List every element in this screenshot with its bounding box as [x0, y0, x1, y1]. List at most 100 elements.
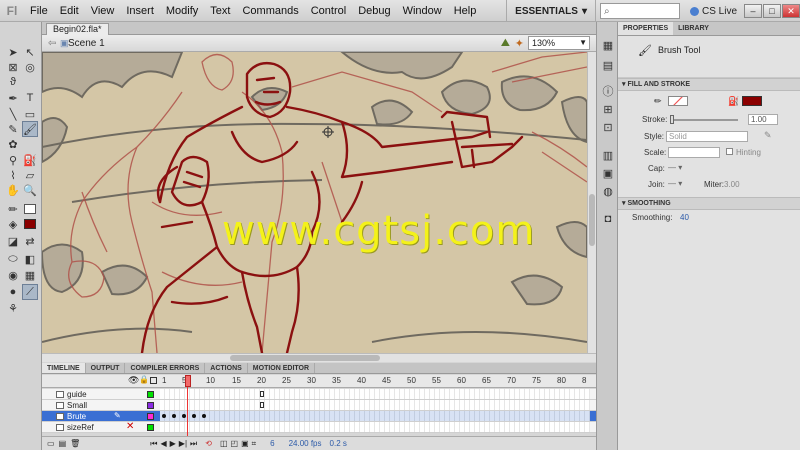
subselection-tool-icon[interactable]: ↖ — [22, 44, 38, 60]
outline-icon[interactable] — [150, 377, 157, 384]
layer-color-swatch[interactable] — [147, 413, 154, 420]
stroke-color-swatch[interactable] — [22, 201, 38, 217]
edit-multiple-icon[interactable]: ▣ — [241, 439, 249, 448]
style-select[interactable]: Solid — [666, 131, 748, 142]
layer-name[interactable]: Brute — [67, 411, 86, 422]
tab-library[interactable]: LIBRARY — [673, 22, 714, 35]
smoothing-value[interactable]: 40 — [680, 213, 689, 222]
paint-bucket-tool-icon[interactable]: ⛽ — [22, 152, 38, 168]
bone-tool-icon[interactable]: ⚲ — [5, 152, 21, 168]
layer-color-swatch[interactable] — [147, 424, 154, 431]
layer-row-small[interactable]: Small — [42, 400, 596, 411]
deco-tool-icon[interactable]: ✿ — [5, 136, 21, 152]
tab-output[interactable]: OUTPUT — [86, 363, 126, 373]
onion-skin-icon[interactable]: ◫ — [220, 439, 228, 448]
layer-row-sizeref[interactable]: sizeRef ✕ — [42, 421, 596, 433]
maximize-button[interactable]: □ — [763, 4, 781, 18]
brush-tool-icon[interactable]: 🖌 — [22, 121, 38, 137]
menu-modify[interactable]: Modify — [160, 5, 204, 17]
zoom-select[interactable]: 130% ▼ — [528, 36, 590, 50]
new-folder-icon[interactable]: ▤ — [59, 439, 67, 448]
hand-tool-icon[interactable]: ✋ — [5, 182, 21, 198]
pencil-tool-icon[interactable]: ✎ — [5, 121, 21, 137]
fill-color-swatch[interactable] — [22, 216, 38, 232]
hinting-checkbox[interactable] — [726, 148, 733, 155]
swatches-panel-icon[interactable]: ▤ — [601, 58, 615, 72]
onion-markers-icon[interactable]: ⌗ — [252, 439, 257, 449]
lock-icon[interactable]: 🔒 — [139, 375, 149, 384]
fill-color-swatch[interactable] — [742, 96, 762, 106]
frame-rate[interactable]: 24.00 fps — [289, 439, 322, 448]
play-icon[interactable]: ▶ — [170, 439, 176, 448]
cap-select[interactable]: — ▾ — [668, 163, 682, 172]
menu-insert[interactable]: Insert — [120, 5, 160, 17]
menu-help[interactable]: Help — [448, 5, 483, 17]
layer-frames[interactable] — [160, 411, 590, 421]
stroke-value-input[interactable]: 1.00 — [748, 114, 778, 125]
new-layer-icon[interactable]: ▭ — [47, 439, 55, 448]
close-button[interactable]: ✕ — [782, 4, 800, 18]
stroke-color-icon[interactable]: ✏ — [5, 201, 21, 217]
eyedropper-tool-icon[interactable]: ⌇ — [5, 167, 21, 183]
brush-shape-icon[interactable]: ● — [5, 284, 21, 300]
zoom-tool-icon[interactable]: 🔍 — [22, 182, 38, 198]
current-frame[interactable]: 6 — [270, 439, 274, 448]
code-snippets-panel-icon[interactable]: ▣ — [601, 166, 615, 180]
black-white-icon[interactable]: ◪ — [5, 233, 21, 249]
stroke-color-swatch[interactable] — [668, 96, 688, 106]
eraser-tool-icon[interactable]: ▱ — [22, 167, 38, 183]
layer-frames[interactable] — [160, 422, 590, 432]
menu-view[interactable]: View — [85, 5, 121, 17]
layer-color-swatch[interactable] — [147, 402, 154, 409]
motion-presets-panel-icon[interactable]: ◍ — [601, 184, 615, 198]
edit-scene-icon[interactable]: ⛰ — [501, 37, 510, 50]
join-select[interactable]: — ▾ — [668, 179, 682, 188]
stage-vertical-scrollbar[interactable] — [587, 52, 596, 353]
menu-file[interactable]: File — [24, 5, 54, 17]
scale-select[interactable] — [668, 147, 720, 158]
workspace-switcher[interactable]: ESSENTIALS ▾ — [506, 0, 596, 22]
menu-commands[interactable]: Commands — [236, 5, 304, 17]
lasso-tool-icon[interactable]: ϑ — [5, 74, 21, 90]
components-panel-icon[interactable]: ▥ — [601, 148, 615, 162]
tab-actions[interactable]: ACTIONS — [205, 363, 248, 373]
tab-compiler-errors[interactable]: COMPILER ERRORS — [125, 363, 206, 373]
pen-tool-icon[interactable]: ✒ — [5, 90, 21, 106]
menu-debug[interactable]: Debug — [352, 5, 396, 17]
miter-value[interactable]: 3.00 — [724, 180, 740, 189]
text-tool-icon[interactable]: T — [22, 90, 38, 106]
layer-frames[interactable] — [160, 389, 590, 399]
layer-name[interactable]: Small — [67, 400, 87, 411]
smoothing-section-header[interactable]: ▾ SMOOTHING — [618, 197, 800, 210]
stage-canvas[interactable]: www.cgtsj.com — [42, 52, 587, 353]
lock-fill-icon[interactable]: ◧ — [22, 251, 38, 267]
cs-live-button[interactable]: CS Live — [684, 6, 743, 17]
edit-symbols-icon[interactable]: ✦ — [515, 37, 524, 50]
menu-edit[interactable]: Edit — [54, 5, 85, 17]
first-frame-icon[interactable]: ⏮ — [150, 439, 157, 449]
line-tool-icon[interactable]: ╲ — [5, 106, 21, 122]
vertical-scroll-thumb[interactable] — [589, 194, 595, 246]
layer-name[interactable]: sizeRef — [67, 422, 94, 433]
hidden-x-icon[interactable]: ✕ — [126, 421, 134, 432]
menu-text[interactable]: Text — [204, 5, 236, 17]
horizontal-scroll-thumb[interactable] — [230, 355, 380, 361]
brush-mode-icon[interactable]: ◉ — [5, 267, 21, 283]
stroke-slider-thumb[interactable] — [670, 115, 674, 124]
fill-stroke-section-header[interactable]: ▾ FILL AND STROKE — [618, 78, 800, 91]
object-drawing-icon[interactable]: ⬭ — [5, 251, 21, 267]
document-tab[interactable]: Begin02.fla* — [46, 23, 109, 35]
show-hide-icon[interactable]: 👁 — [128, 375, 139, 386]
back-arrow-icon[interactable]: ⇦ — [48, 38, 56, 49]
transform-panel-icon[interactable]: ⊡ — [601, 120, 615, 134]
tab-timeline[interactable]: TIMELINE — [42, 363, 86, 373]
last-frame-icon[interactable]: ⏭ — [190, 439, 197, 449]
help-search-input[interactable]: ⌕ — [599, 3, 680, 19]
info-panel-icon[interactable]: ⓘ — [601, 84, 615, 98]
stroke-slider[interactable] — [670, 119, 738, 121]
loop-icon[interactable]: ⟲ — [205, 439, 212, 448]
fill-color-icon[interactable]: ◈ — [5, 216, 21, 232]
tilt-icon[interactable]: ⚘ — [5, 300, 21, 316]
3d-rotation-tool-icon[interactable]: ◎ — [22, 59, 38, 75]
tab-motion-editor[interactable]: MOTION EDITOR — [248, 363, 316, 373]
